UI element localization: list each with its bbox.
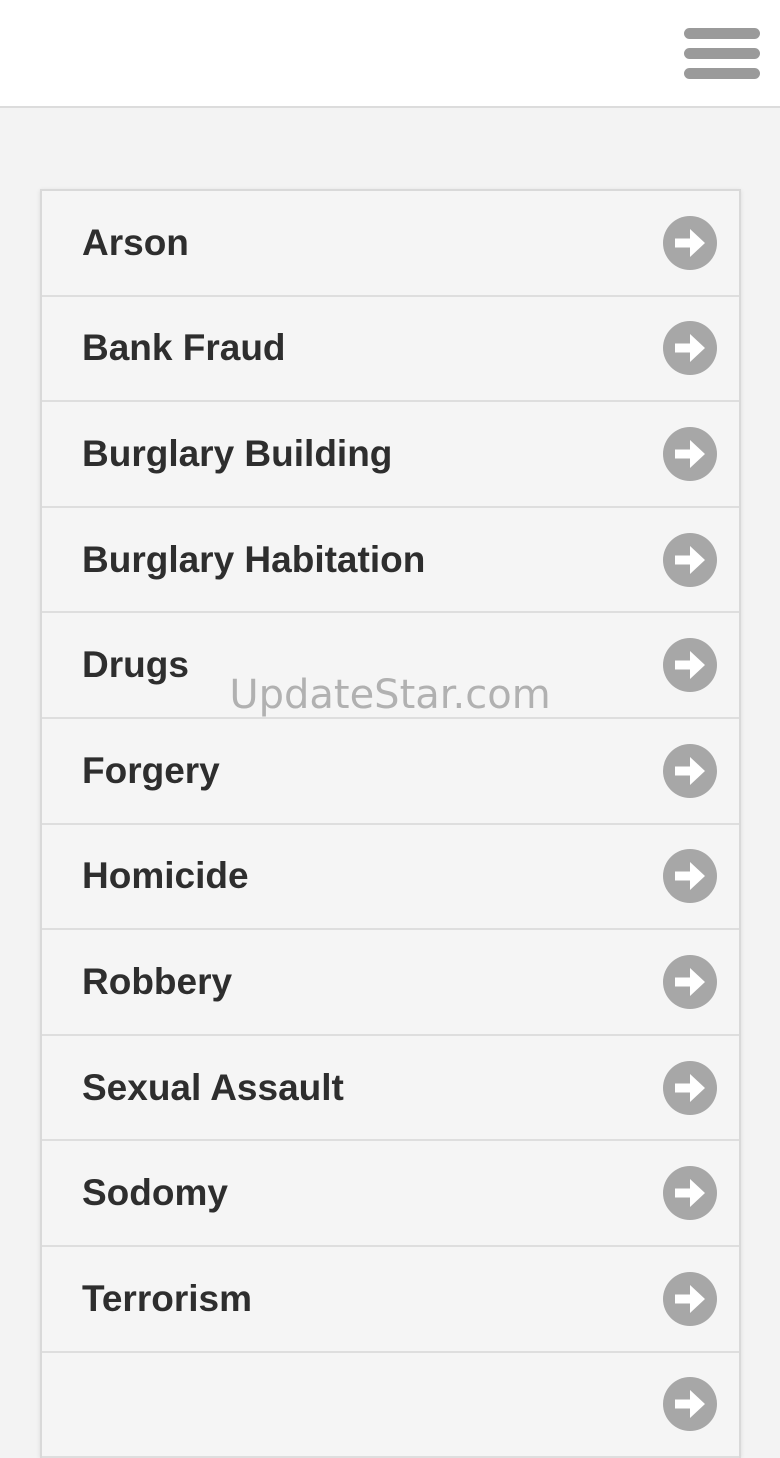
list-item-label: Sodomy [82, 1172, 228, 1214]
list-item-bank-fraud[interactable]: Bank Fraud [42, 296, 739, 403]
list-item-label: Homicide [82, 855, 249, 897]
list-item-partial[interactable] [42, 1352, 739, 1458]
arrow-right-circle-icon [663, 1271, 717, 1326]
list-item-label: Terrorism [82, 1277, 252, 1319]
list-item-label: Bank Fraud [82, 327, 286, 369]
arrow-right-circle-icon [663, 215, 717, 270]
list-item-homicide[interactable]: Homicide [42, 824, 739, 931]
arrow-right-circle-icon [663, 1377, 717, 1432]
list-item-label: Drugs [82, 644, 189, 686]
list-item-terrorism[interactable]: Terrorism [42, 1246, 739, 1353]
arrow-right-circle-icon [663, 1166, 717, 1221]
arrow-right-circle-icon [663, 743, 717, 798]
arrow-right-circle-icon [663, 638, 717, 693]
menu-bar-top [684, 28, 760, 39]
menu-bar-middle [684, 48, 760, 59]
list-item-label: Sexual Assault [82, 1066, 344, 1108]
list-item-forgery[interactable]: Forgery [42, 718, 739, 825]
arrow-right-circle-icon [663, 426, 717, 481]
list-item-sexual-assault[interactable]: Sexual Assault [42, 1035, 739, 1142]
arrow-right-circle-icon [663, 849, 717, 904]
menu-bar-bottom [684, 68, 760, 79]
list-item-label: Burglary Building [82, 432, 393, 474]
list-item-label: Burglary Habitation [82, 538, 426, 580]
category-list: Arson Bank Fraud Burglary Building Burgl… [40, 189, 741, 1458]
list-item-drugs[interactable]: Drugs [42, 613, 739, 719]
list-item-burglary-building[interactable]: Burglary Building [42, 402, 739, 508]
list-item-robbery[interactable]: Robbery [42, 930, 739, 1036]
list-item-sodomy[interactable]: Sodomy [42, 1141, 739, 1247]
arrow-right-circle-icon [663, 1060, 717, 1115]
arrow-right-circle-icon [663, 532, 717, 587]
list-item-label: Arson [82, 221, 189, 263]
list-item-arson[interactable]: Arson [42, 191, 739, 297]
arrow-right-circle-icon [663, 954, 717, 1009]
hamburger-menu-icon[interactable] [684, 26, 760, 82]
list-item-burglary-habitation[interactable]: Burglary Habitation [42, 507, 739, 614]
arrow-right-circle-icon [663, 321, 717, 376]
list-item-label: Robbery [82, 960, 233, 1002]
list-item-label: Forgery [82, 749, 220, 791]
top-header [0, 0, 780, 108]
